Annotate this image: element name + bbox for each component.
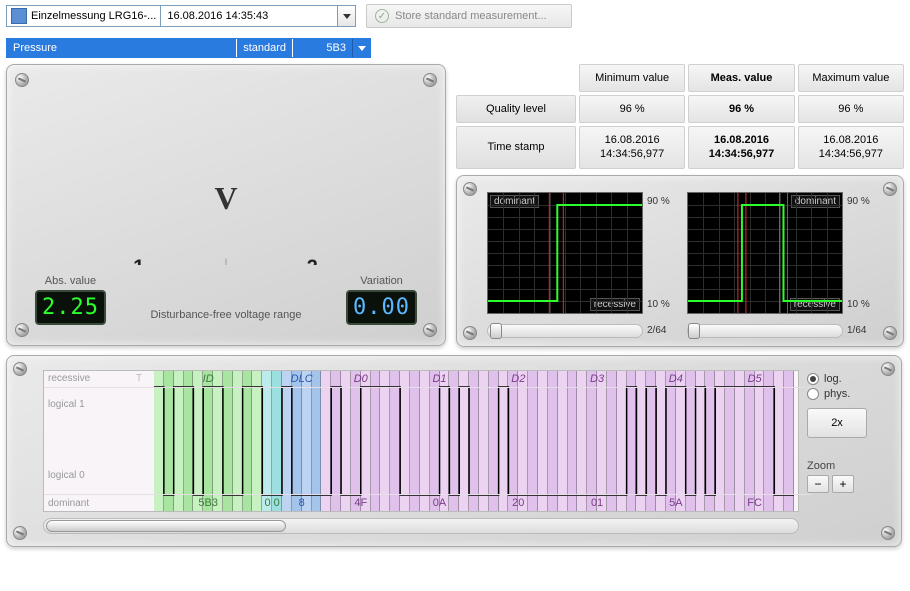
stats-timestamp-min: 16.08.201614:34:56,977: [579, 126, 685, 169]
stats-quality-meas: 96 %: [688, 95, 794, 123]
view-phys-radio[interactable]: phys.: [807, 388, 887, 400]
scope-pct-low: 10 %: [647, 299, 679, 310]
stats-table: Minimum value Meas. value Maximum value …: [456, 64, 904, 169]
scope-left-slider[interactable]: [487, 324, 643, 338]
wave-row-recessive: recessive: [48, 373, 90, 384]
measurement-datetime: 16.08.2016 14:35:43: [160, 6, 337, 26]
stats-timestamp-max: 16.08.201614:34:56,977: [798, 126, 904, 169]
radio-icon: [807, 388, 819, 400]
waveform-area[interactable]: recessive T logical 1 logical 0 dominant…: [43, 370, 799, 512]
zoom-2x-button[interactable]: 2x: [807, 408, 867, 438]
scope-right-slider[interactable]: [687, 324, 843, 338]
stats-row-timestamp-label: Time stamp: [456, 126, 576, 169]
measurement-select[interactable]: Einzelmessung LRG16-... 16.08.2016 14:35…: [6, 5, 356, 27]
stats-header-min: Minimum value: [579, 64, 685, 92]
abs-value-label: Abs. value: [35, 275, 106, 287]
disturbance-label: Disturbance-free voltage range: [150, 309, 301, 325]
wave-row-logical0: logical 0: [48, 470, 85, 481]
check-icon: ✓: [375, 9, 389, 23]
variation-label: Variation: [346, 275, 417, 287]
abs-value-display: 2.25: [35, 290, 106, 325]
scope-panel: dominant recessive 90 % 10 % dominant re…: [456, 175, 904, 347]
store-standard-label: Store standard measurement...: [395, 10, 547, 22]
wave-row-dominant: dominant: [48, 498, 89, 509]
stats-row-quality-label: Quality level: [456, 95, 576, 123]
wave-row-logical1: logical 1: [48, 399, 85, 410]
stats-quality-min: 96 %: [579, 95, 685, 123]
svg-text:2: 2: [307, 256, 318, 265]
measurement-dropdown-button[interactable]: [337, 6, 355, 26]
zoom-out-button[interactable]: −: [807, 475, 829, 493]
store-standard-button[interactable]: ✓ Store standard measurement...: [366, 4, 572, 28]
view-log-radio[interactable]: log.: [807, 373, 887, 385]
stats-header-meas: Meas. value: [688, 64, 794, 92]
scope-pct-high: 90 %: [647, 196, 679, 207]
signal-selector[interactable]: Pressure standard 5B3: [6, 38, 371, 58]
waveform-scrollbar[interactable]: [43, 518, 799, 534]
voltage-gauge: 0 1 2 3: [37, 85, 415, 265]
signal-dropdown-button[interactable]: [352, 39, 370, 57]
scope-left: dominant recessive: [487, 192, 643, 314]
scope-right: dominant recessive: [687, 192, 843, 314]
waveform-panel: recessive T logical 1 logical 0 dominant…: [6, 355, 902, 547]
stats-timestamp-meas: 16.08.201614:34:56,977: [688, 126, 794, 169]
scope-pct-high: 90 %: [847, 196, 879, 207]
wave-t-label: T: [136, 373, 142, 384]
stats-header-max: Maximum value: [798, 64, 904, 92]
gauge-unit: V: [7, 180, 445, 217]
radio-icon: [807, 373, 819, 385]
stats-quality-max: 96 %: [798, 95, 904, 123]
signal-standard: standard: [236, 39, 292, 57]
zoom-in-button[interactable]: +: [832, 475, 854, 493]
signal-id: 5B3: [292, 39, 352, 57]
svg-text:1: 1: [133, 256, 144, 265]
scope-right-count: 1/64: [843, 324, 879, 338]
measurement-title: Einzelmessung LRG16-...: [31, 10, 160, 22]
chevron-down-icon: [343, 14, 351, 19]
gauge-panel: 0 1 2 3 V Abs. value 2.25 Disturbance-fr…: [6, 64, 446, 346]
scope-pct-low: 10 %: [847, 299, 879, 310]
variation-display: 0.00: [346, 290, 417, 325]
zoom-label: Zoom: [807, 460, 887, 472]
chevron-down-icon: [358, 46, 366, 51]
signal-name: Pressure: [7, 39, 236, 57]
measurement-icon: [11, 8, 27, 24]
scope-left-count: 2/64: [643, 324, 679, 338]
